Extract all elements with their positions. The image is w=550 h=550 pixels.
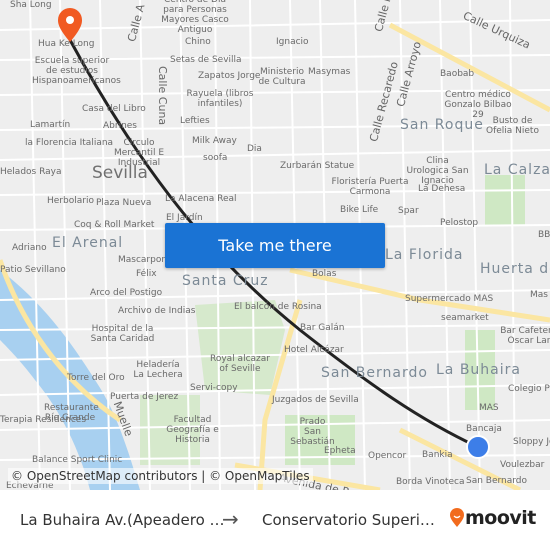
- map-attribution[interactable]: © OpenStreetMap contributors | © OpenMap…: [8, 468, 313, 484]
- map-label: Bancaja: [466, 424, 502, 434]
- map-label: Epheta: [324, 446, 356, 456]
- map-label: MAS: [479, 403, 499, 413]
- map-label: Torre del Oro: [67, 373, 125, 383]
- map-label: Adriano: [12, 243, 47, 253]
- map-label: Dia: [247, 144, 262, 154]
- map-label: Ministerio de Cultura: [258, 67, 306, 87]
- moovit-logo: moovit: [449, 507, 536, 529]
- map-label: Centro de Día para Personas Mayores Casc…: [161, 0, 229, 35]
- map-label: La Florida: [385, 247, 464, 263]
- map-label: Helados Raya: [0, 167, 62, 177]
- map-label: la Florencia Italiana: [25, 138, 114, 148]
- map-label: La Calzada: [484, 162, 550, 178]
- map-label: Floristería Puerta Carmona: [331, 177, 409, 197]
- map-label: Juzgados de Sevilla: [272, 395, 359, 405]
- map-label: Patio Sevillano: [0, 265, 66, 275]
- map-label: Balance Sport Clinic: [32, 455, 123, 465]
- map-label: Huerta del: [480, 261, 550, 277]
- map-label: La Buhaira: [436, 362, 521, 378]
- map-label: Supermercado MAS: [405, 294, 494, 304]
- map-label: Borda Vinoteca: [396, 477, 465, 487]
- map-label: seamarket: [441, 313, 489, 323]
- map-label: BBV: [538, 230, 550, 240]
- map-label: Bar Cafetería Oscar Lan: [500, 326, 550, 346]
- map-label: San Bernardo: [466, 476, 528, 486]
- map-label: Restaurante Río Grande: [44, 403, 99, 423]
- map-label: Hua Ke Long: [38, 39, 95, 49]
- map-label: Mas: [530, 290, 548, 300]
- map-label: Colegio Po: [508, 384, 550, 394]
- map-label: San Bernardo: [321, 365, 428, 381]
- map-label: Rayuela (libros infantiles): [186, 89, 254, 109]
- map-label: Sha Long: [10, 0, 52, 10]
- map-label: La Dehesa: [418, 184, 466, 194]
- map-label: Plaza Nueva: [96, 198, 152, 208]
- origin-stop: La Buhaira Av.(Apeadero …: [20, 511, 225, 529]
- map-label: soofa: [203, 153, 228, 163]
- map-label: Heladería La Lechera: [133, 360, 183, 380]
- map-label: Bike Life: [340, 205, 379, 215]
- map-label: Spar: [398, 206, 419, 216]
- trip-bar: La Buhaira Av.(Apeadero … → Conservatori…: [0, 490, 550, 550]
- map-label: Chino: [185, 37, 211, 47]
- map-label: Facultad Geografía e Historia: [166, 415, 219, 445]
- map-label: Zurbarán Statue: [280, 161, 355, 171]
- map-label: Bar Galán: [300, 323, 345, 333]
- map-label: Prado San Sebastián: [290, 417, 335, 447]
- map-label: Ignacio: [276, 37, 309, 47]
- map-label: Coq & Roll Market: [74, 220, 155, 230]
- map-label: Setas de Sevilla: [170, 55, 242, 65]
- destination-stop: Conservatorio Superi…: [262, 511, 435, 529]
- origin-marker-icon: [466, 435, 490, 459]
- map-label: Félix: [136, 269, 157, 279]
- map-label: Royal alcazar of Seville: [210, 354, 270, 374]
- map-label: Arco del Postigo: [90, 288, 163, 298]
- map-label: Voulezbar: [500, 460, 545, 470]
- arrow-right-icon: →: [222, 507, 239, 531]
- map-label: Pelostop: [440, 218, 479, 228]
- map-label: Calle Cuna: [156, 66, 169, 126]
- map-label: Archivo de Indias: [118, 306, 196, 316]
- map-label: Lefties: [180, 116, 210, 126]
- map-label: Bolas: [312, 269, 337, 279]
- map-label: La Alacena Real: [165, 194, 237, 204]
- map-label: Bankia: [422, 450, 453, 460]
- map-label: Abrines: [103, 121, 138, 131]
- map-label: Sloppy Jo: [513, 437, 550, 447]
- map-label: Santa Cruz: [182, 273, 269, 289]
- moovit-wordmark: moovit: [465, 507, 536, 529]
- map-label: El Arenal: [52, 235, 124, 251]
- map-label: Masymas: [308, 67, 351, 77]
- map-label: Lamartín: [30, 120, 71, 130]
- map-label: Baobab: [440, 69, 475, 79]
- map-label: Casa del Libro: [82, 104, 146, 114]
- moovit-pin-icon: [450, 508, 464, 527]
- map-label: Clina Urologica San Ignacio: [406, 156, 469, 186]
- map-label: Sevilla: [92, 163, 148, 183]
- map-label: Escuela superior de estudios Hispanoamer…: [32, 56, 121, 86]
- map-label: Milk Away: [192, 136, 237, 146]
- map-label: El balcón de Rosina: [234, 302, 322, 312]
- map-label: San Roque: [400, 117, 484, 133]
- map-label: Opencor: [368, 451, 407, 461]
- take-me-there-button[interactable]: Take me there: [165, 223, 385, 268]
- map[interactable]: Sha Long Hua Ke Long Escuela superior de…: [0, 0, 550, 490]
- map-label: Hotel Alcázar: [284, 345, 344, 355]
- map-label: Servi-copy: [190, 383, 238, 393]
- map-label: Busto de Ofelia Nieto: [486, 116, 539, 136]
- map-label: Zapatos Jorge: [198, 71, 261, 81]
- map-label: Hospital de la Santa Caridad: [90, 324, 155, 344]
- map-label: Herbolario: [47, 196, 94, 206]
